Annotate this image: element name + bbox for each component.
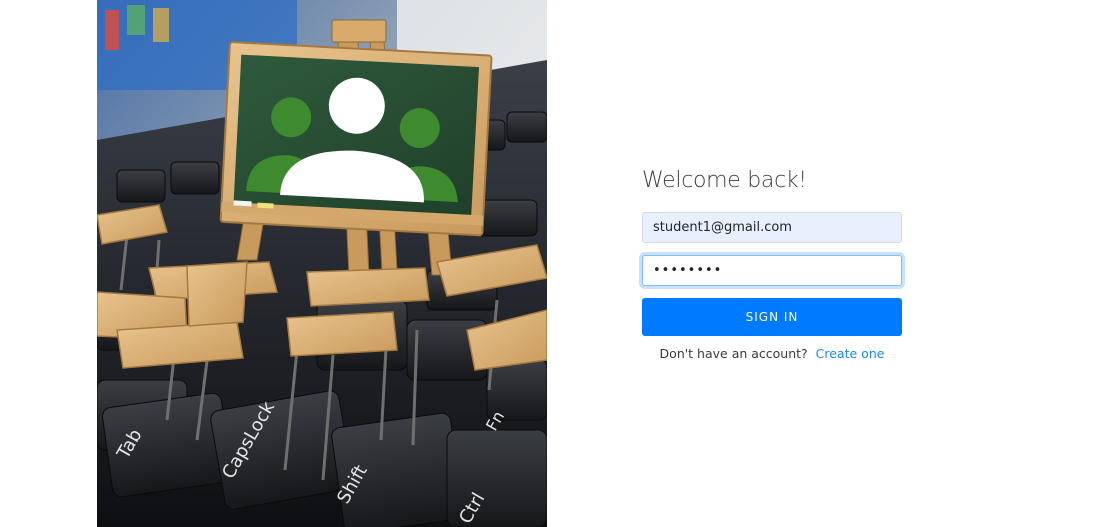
signup-prompt-row: Don't have an account? Create one	[642, 346, 902, 361]
hero-image: Tab CapsLock Shift Ctrl Fn	[97, 0, 547, 527]
page-title: Welcome back!	[642, 168, 807, 193]
email-field[interactable]	[642, 212, 902, 243]
create-account-link[interactable]: Create one	[816, 346, 885, 361]
sign-in-button[interactable]: SIGN IN	[642, 298, 902, 336]
login-form: Welcome back! SIGN IN Don't have an acco…	[642, 166, 902, 361]
password-field[interactable]	[642, 255, 902, 286]
signup-prompt-text: Don't have an account?	[659, 346, 808, 361]
login-page: Tab CapsLock Shift Ctrl Fn Welcome back!…	[0, 0, 1093, 527]
